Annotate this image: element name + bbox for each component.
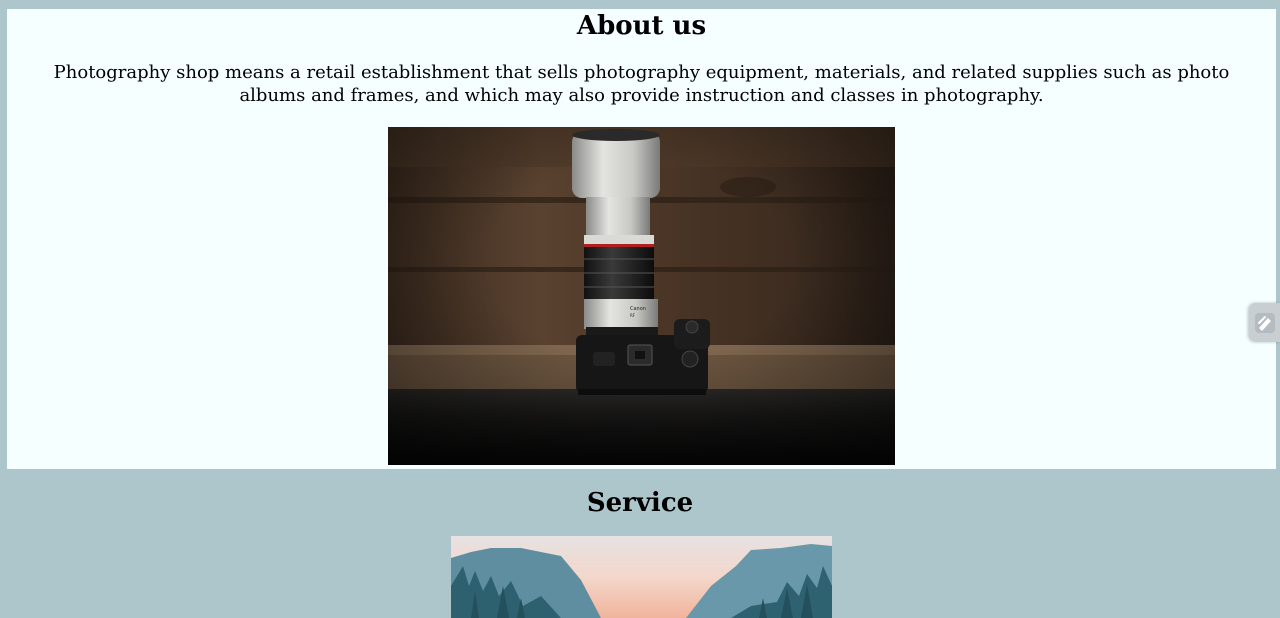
landscape-photo xyxy=(451,536,832,618)
svg-text:RF: RF xyxy=(630,313,636,318)
camera-photo: Canon RF xyxy=(388,127,895,465)
svg-text:Canon: Canon xyxy=(630,306,646,312)
edit-pen-icon xyxy=(1254,312,1275,333)
about-title: About us xyxy=(576,11,707,41)
side-widget-tab[interactable] xyxy=(1249,303,1280,342)
service-title: Service xyxy=(586,488,694,518)
about-section: About us Photography shop means a retail… xyxy=(7,9,1276,469)
about-description: Photography shop means a retail establis… xyxy=(53,62,1230,106)
